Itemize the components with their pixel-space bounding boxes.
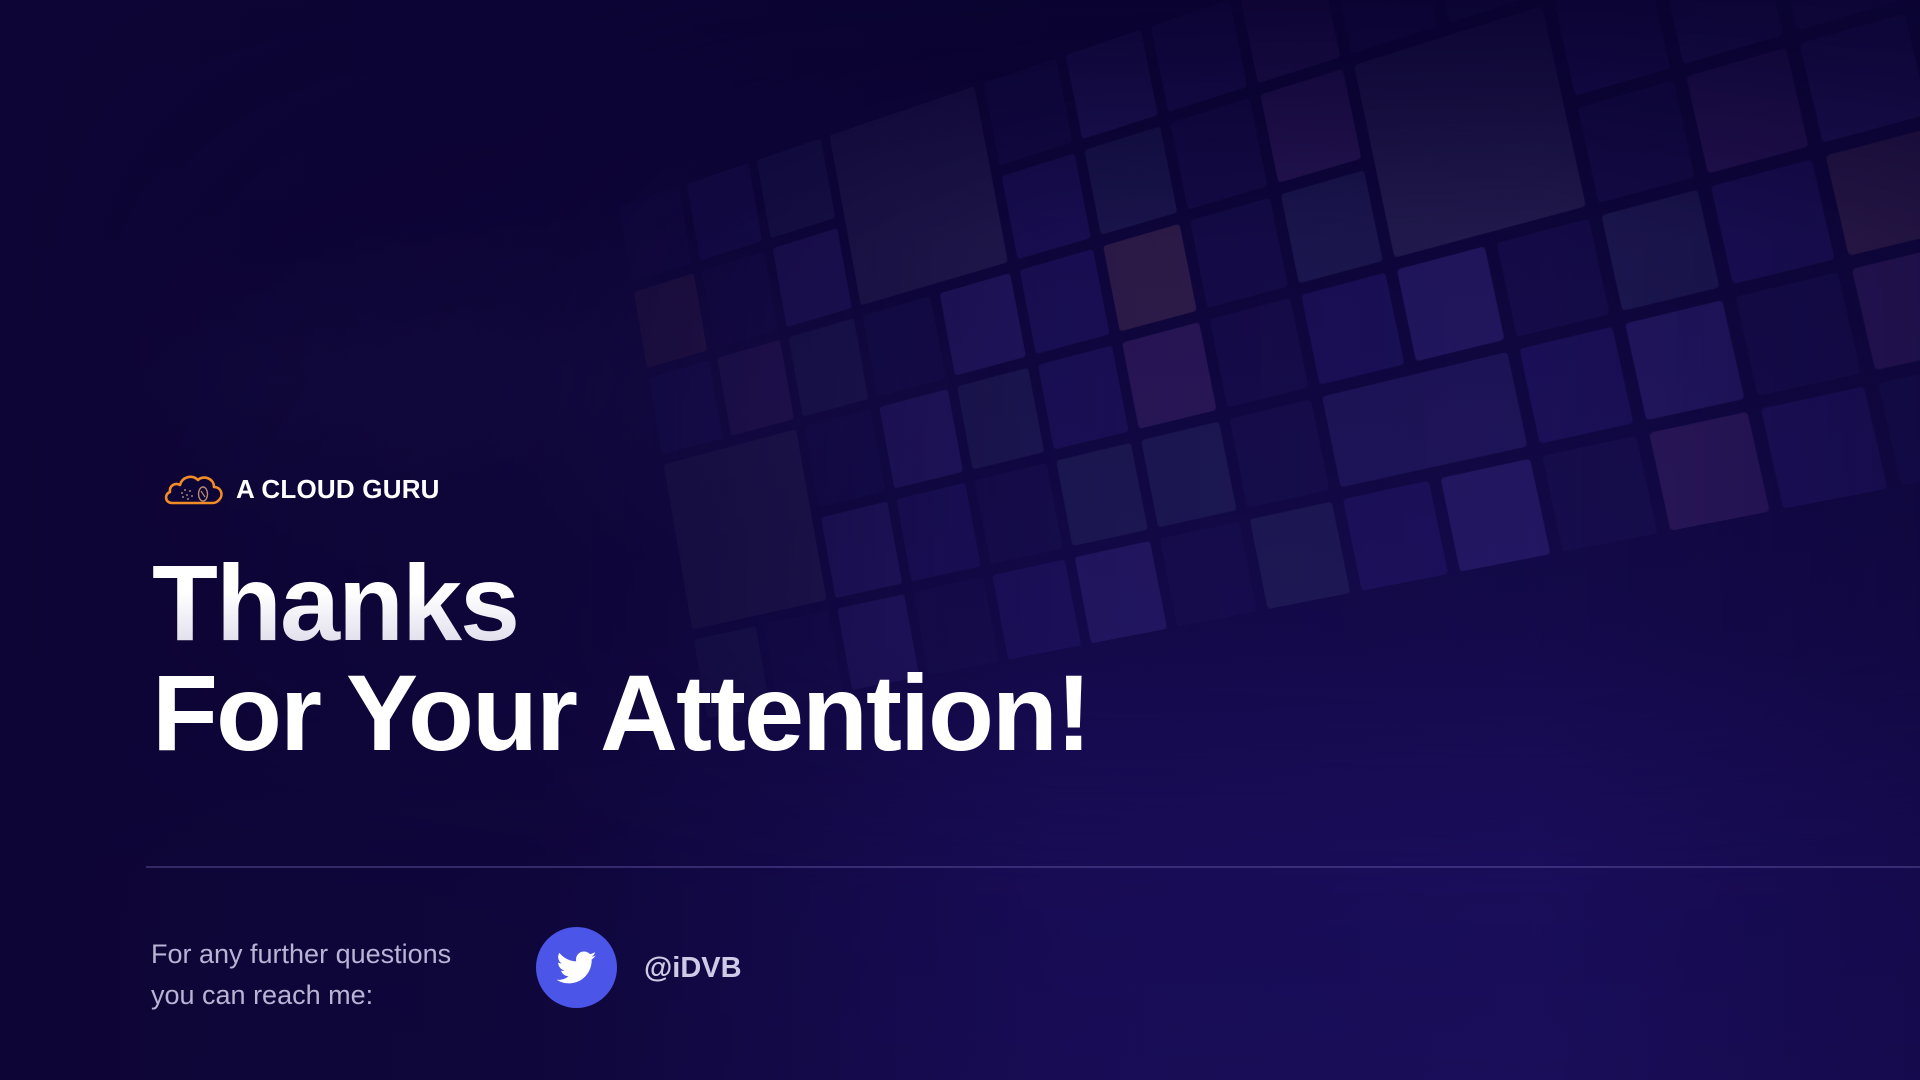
twitter-button[interactable]: [536, 927, 617, 1008]
slide-background: A CLOUD GURU Thanks For Your Attention! …: [0, 0, 1920, 1080]
title-line-2: For Your Attention!: [152, 652, 1092, 773]
contact-prompt: For any further questions you can reach …: [151, 934, 511, 1016]
twitter-handle[interactable]: @iDVB: [644, 948, 742, 988]
twitter-icon: [556, 951, 596, 983]
divider: [146, 866, 1920, 868]
title-line-1: Thanks: [152, 548, 1090, 658]
contact-prompt-line-1: For any further questions: [151, 939, 452, 969]
brand-name: A CLOUD GURU: [236, 473, 440, 504]
contact-prompt-line-2: you can reach me:: [151, 980, 374, 1010]
video-tile-wall: [0, 0, 1920, 1080]
page-title: Thanks For Your Attention!: [152, 548, 1092, 773]
brand-logo: A CLOUD GURU: [162, 468, 440, 510]
background-fade: [0, 0, 1920, 1080]
cloud-guru-logo-icon: [164, 475, 223, 505]
